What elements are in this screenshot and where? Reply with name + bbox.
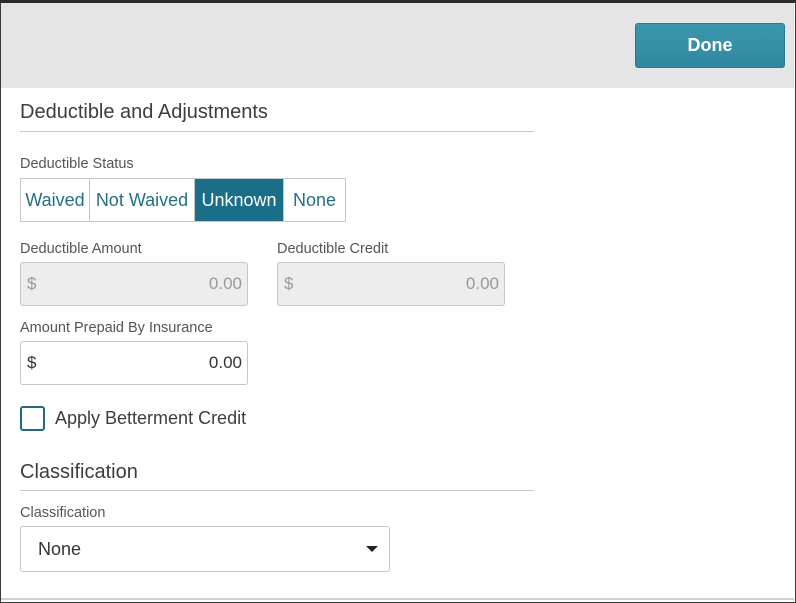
amount-prepaid-input[interactable] bbox=[92, 353, 242, 373]
status-option-not-waived[interactable]: Not Waived bbox=[90, 179, 195, 221]
currency-symbol: $ bbox=[27, 274, 37, 293]
deductible-status-label: Deductible Status bbox=[20, 156, 134, 172]
classification-section-title: Classification bbox=[20, 461, 138, 483]
classification-selected-value: None bbox=[38, 538, 82, 559]
dialog-toolbar: Done bbox=[1, 3, 794, 88]
deductible-credit-field: $ bbox=[277, 262, 505, 306]
done-button[interactable]: Done bbox=[635, 23, 785, 68]
section-divider bbox=[20, 131, 534, 132]
apply-betterment-credit-checkbox[interactable] bbox=[20, 406, 45, 431]
deductible-amount-input bbox=[92, 274, 242, 294]
deductible-credit-label: Deductible Credit bbox=[277, 241, 389, 257]
deductible-amount-field: $ bbox=[20, 262, 248, 306]
classification-select[interactable]: None bbox=[20, 526, 390, 572]
status-option-waived[interactable]: Waived bbox=[21, 179, 90, 221]
deductible-amount-label: Deductible Amount bbox=[20, 241, 142, 257]
amount-prepaid-field[interactable]: $ bbox=[20, 341, 248, 385]
classification-label: Classification bbox=[20, 505, 106, 521]
deductible-section-title: Deductible and Adjustments bbox=[20, 101, 268, 123]
status-option-none[interactable]: None bbox=[284, 179, 345, 221]
status-option-unknown[interactable]: Unknown bbox=[195, 179, 284, 221]
chevron-down-icon bbox=[366, 546, 378, 552]
section-divider bbox=[20, 490, 534, 491]
amount-prepaid-label: Amount Prepaid By Insurance bbox=[20, 320, 213, 336]
apply-betterment-credit-label[interactable]: Apply Betterment Credit bbox=[55, 408, 246, 429]
bottom-divider bbox=[1, 598, 794, 600]
deductible-status-segmented-control: Waived Not Waived Unknown None bbox=[20, 178, 346, 222]
currency-symbol: $ bbox=[284, 274, 294, 293]
currency-symbol: $ bbox=[27, 353, 37, 372]
deductible-credit-input bbox=[349, 274, 499, 294]
